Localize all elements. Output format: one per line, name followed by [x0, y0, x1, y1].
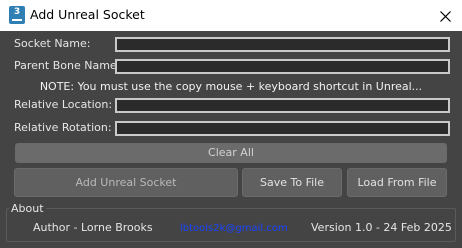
about-title: About — [9, 202, 46, 216]
save-to-file-button[interactable]: Save To File — [242, 168, 342, 197]
window-title: Add Unreal Socket — [30, 7, 145, 22]
close-button[interactable] — [430, 4, 460, 28]
copy-shortcut-note: NOTE: You must use the copy mouse + keyb… — [39, 80, 423, 93]
socket-name-label: Socket Name: — [14, 37, 91, 50]
relative-location-input[interactable] — [115, 98, 450, 113]
email-link[interactable]: lbtools2k@gmail.com — [180, 222, 288, 236]
parent-bone-name-input[interactable] — [115, 59, 450, 74]
author-text: Author - Lorne Brooks — [33, 221, 153, 234]
3dsmax-icon: 3 — [9, 6, 25, 24]
relative-rotation-label: Relative Rotation: — [14, 121, 112, 134]
add-unreal-socket-button[interactable]: Add Unreal Socket — [14, 168, 238, 197]
load-from-file-button[interactable]: Load From File — [347, 168, 447, 197]
title-bar[interactable]: 3 Add Unreal Socket — [0, 0, 462, 31]
relative-location-label: Relative Location: — [14, 98, 113, 111]
relative-rotation-input[interactable] — [115, 121, 450, 136]
parent-bone-name-label: Parent Bone Name: — [14, 59, 121, 72]
socket-name-input[interactable] — [115, 37, 450, 52]
dialog-window: 3 Add Unreal Socket Socket Name: Parent … — [0, 0, 462, 248]
clear-all-button[interactable]: Clear All — [15, 143, 447, 163]
version-text: Version 1.0 - 24 Feb 2025 — [311, 221, 452, 234]
close-icon — [440, 11, 451, 22]
